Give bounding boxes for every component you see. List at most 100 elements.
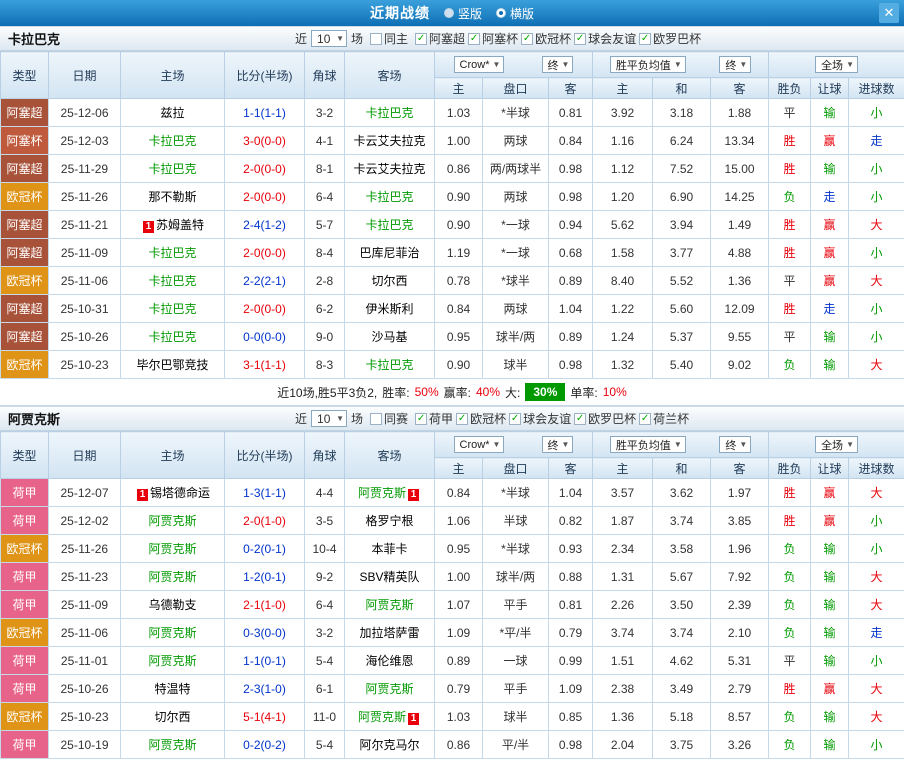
league-checkbox[interactable]: ✓阿塞超 (415, 30, 465, 47)
final-odds-select[interactable]: 终▼ (719, 56, 751, 73)
home-team-cell[interactable]: 阿贾克斯 (121, 563, 225, 591)
score-cell[interactable]: 2-0(0-0) (225, 239, 305, 267)
same-competition-checkbox[interactable]: 同赛 (370, 410, 408, 427)
home-team-cell[interactable]: 阿贾克斯 (121, 619, 225, 647)
league-type-cell: 阿塞杯 (1, 127, 49, 155)
handicap-line-cell: *一球 (483, 239, 549, 267)
league-checkbox[interactable]: ✓球会友谊 (574, 30, 636, 47)
score-cell[interactable]: 2-0(1-0) (225, 507, 305, 535)
home-team-cell[interactable]: 1苏姆盖特 (121, 211, 225, 239)
goals-result-cell: 小 (849, 295, 904, 323)
score-cell[interactable]: 1-1(0-1) (225, 647, 305, 675)
away-team-cell[interactable]: 卡云艾夫拉克 (345, 155, 435, 183)
close-icon[interactable]: ✕ (879, 3, 899, 23)
score-cell[interactable]: 2-4(1-2) (225, 211, 305, 239)
bookmaker-select[interactable]: Crow*▼ (454, 436, 505, 453)
scope-select[interactable]: 全场▼ (815, 436, 858, 453)
home-team-cell[interactable]: 1锡塔德命运 (121, 479, 225, 507)
away-team-cell[interactable]: 卡云艾夫拉克 (345, 127, 435, 155)
final-odds-select[interactable]: 终▼ (542, 56, 574, 73)
home-team-cell[interactable]: 阿贾克斯 (121, 731, 225, 759)
league-checkbox[interactable]: ✓欧罗巴杯 (574, 410, 636, 427)
score-cell[interactable]: 2-3(1-0) (225, 675, 305, 703)
away-team-cell[interactable]: 格罗宁根 (345, 507, 435, 535)
score-cell[interactable]: 0-2(0-2) (225, 731, 305, 759)
away-team-cell[interactable]: 加拉塔萨雷 (345, 619, 435, 647)
final-odds-select[interactable]: 终▼ (719, 436, 751, 453)
asia-away-odds-cell: 0.98 (549, 155, 593, 183)
euro-draw-odds-cell: 5.40 (653, 351, 711, 379)
away-team-cell[interactable]: 阿尔克马尔 (345, 731, 435, 759)
league-checkbox[interactable]: ✓荷甲 (415, 410, 453, 427)
away-team-cell[interactable]: 卡拉巴克 (345, 351, 435, 379)
home-team-cell[interactable]: 卡拉巴克 (121, 127, 225, 155)
match-count-select[interactable]: 10▼ (311, 410, 347, 427)
score-cell[interactable]: 5-1(4-1) (225, 703, 305, 731)
home-team-cell[interactable]: 兹拉 (121, 99, 225, 127)
away-team-cell[interactable]: 阿贾克斯1 (345, 479, 435, 507)
away-team-cell[interactable]: 阿贾克斯 (345, 675, 435, 703)
league-checkbox[interactable]: ✓阿塞杯 (468, 30, 518, 47)
score-cell[interactable]: 3-0(0-0) (225, 127, 305, 155)
col-handicap: 盘口 (483, 458, 549, 479)
score-cell[interactable]: 2-0(0-0) (225, 183, 305, 211)
score-cell[interactable]: 1-2(0-1) (225, 563, 305, 591)
layout-radio-vertical[interactable]: 竖版 (444, 5, 482, 22)
league-checkbox[interactable]: ✓欧冠杯 (521, 30, 571, 47)
home-team-cell[interactable]: 切尔西 (121, 703, 225, 731)
score-cell[interactable]: 0-0(0-0) (225, 323, 305, 351)
final-odds-select[interactable]: 终▼ (542, 436, 574, 453)
away-team-cell[interactable]: 阿贾克斯 (345, 591, 435, 619)
same-home-checkbox[interactable]: 同主 (370, 30, 408, 47)
checkbox-label: 欧冠杯 (470, 410, 506, 427)
league-checkbox[interactable]: ✓欧冠杯 (456, 410, 506, 427)
home-team-cell[interactable]: 毕尔巴鄂竞技 (121, 351, 225, 379)
col-goals: 进球数 (849, 78, 904, 99)
away-team-cell[interactable]: 切尔西 (345, 267, 435, 295)
layout-radio-horizontal[interactable]: 横版 (496, 5, 534, 22)
score-cell[interactable]: 2-1(1-0) (225, 591, 305, 619)
home-team-cell[interactable]: 卡拉巴克 (121, 323, 225, 351)
score-cell[interactable]: 2-0(0-0) (225, 155, 305, 183)
home-team-cell[interactable]: 阿贾克斯 (121, 535, 225, 563)
euro-away-odds-cell: 9.02 (711, 351, 769, 379)
home-team-cell[interactable]: 卡拉巴克 (121, 295, 225, 323)
away-team-cell[interactable]: 卡拉巴克 (345, 99, 435, 127)
away-team-cell[interactable]: 卡拉巴克 (345, 211, 435, 239)
home-team-cell[interactable]: 阿贾克斯 (121, 647, 225, 675)
away-team-cell[interactable]: 本菲卡 (345, 535, 435, 563)
league-checkbox[interactable]: ✓球会友谊 (509, 410, 571, 427)
home-team-cell[interactable]: 特温特 (121, 675, 225, 703)
league-filters: ✓阿塞超✓阿塞杯✓欧冠杯✓球会友谊✓欧罗巴杯 (412, 30, 701, 47)
score-cell[interactable]: 1-3(1-1) (225, 479, 305, 507)
home-team-cell[interactable]: 阿贾克斯 (121, 507, 225, 535)
away-team-cell[interactable]: 阿贾克斯1 (345, 703, 435, 731)
score-cell[interactable]: 3-1(1-1) (225, 351, 305, 379)
bookmaker-value: Crow* (460, 59, 490, 71)
home-team-cell[interactable]: 那不勒斯 (121, 183, 225, 211)
away-team-cell[interactable]: SBV精英队 (345, 563, 435, 591)
score-cell[interactable]: 0-2(0-1) (225, 535, 305, 563)
score-cell[interactable]: 2-2(2-1) (225, 267, 305, 295)
euro-draw-odds-cell: 6.90 (653, 183, 711, 211)
score-cell[interactable]: 1-1(1-1) (225, 99, 305, 127)
away-team-cell[interactable]: 卡拉巴克 (345, 183, 435, 211)
bookmaker-select[interactable]: Crow*▼ (454, 56, 505, 73)
away-team-cell[interactable]: 巴库尼菲治 (345, 239, 435, 267)
home-team-cell[interactable]: 乌德勒支 (121, 591, 225, 619)
home-team-cell[interactable]: 卡拉巴克 (121, 267, 225, 295)
away-team-cell[interactable]: 海伦维恩 (345, 647, 435, 675)
match-count-select[interactable]: 10▼ (311, 30, 347, 47)
red-card-badge: 1 (408, 713, 419, 725)
score-cell[interactable]: 0-3(0-0) (225, 619, 305, 647)
score-cell[interactable]: 2-0(0-0) (225, 295, 305, 323)
away-team-cell[interactable]: 伊米斯利 (345, 295, 435, 323)
league-checkbox[interactable]: ✓欧罗巴杯 (639, 30, 701, 47)
home-team-cell[interactable]: 卡拉巴克 (121, 155, 225, 183)
avg-odds-select[interactable]: 胜平负均值▼ (610, 436, 686, 453)
away-team-cell[interactable]: 沙马基 (345, 323, 435, 351)
avg-odds-select[interactable]: 胜平负均值▼ (610, 56, 686, 73)
home-team-cell[interactable]: 卡拉巴克 (121, 239, 225, 267)
scope-select[interactable]: 全场▼ (815, 56, 858, 73)
league-checkbox[interactable]: ✓荷兰杯 (639, 410, 689, 427)
